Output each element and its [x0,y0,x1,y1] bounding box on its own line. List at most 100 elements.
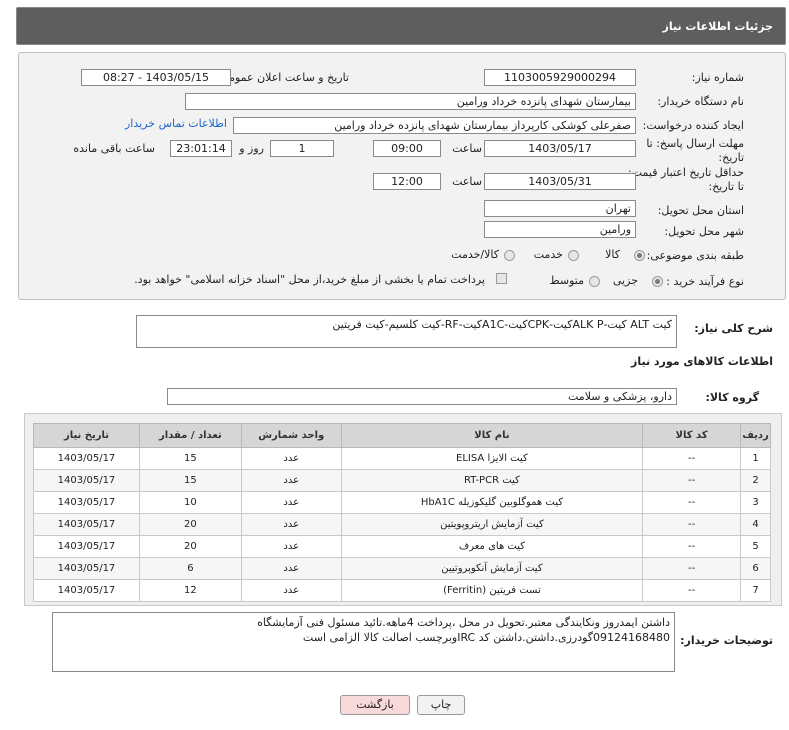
need-date-cell: 1403/05/17 [33,469,140,492]
item-code-cell: -- [642,469,742,492]
goods-group-label: گروه کالا: [705,391,759,404]
goods-table-header: ردیف کد کالا نام کالا واحد شمارش تعداد /… [33,423,771,448]
summary-textarea[interactable]: کیت ALT کیت-ALK Pکیت-CPKکیت-A1Cکیت-RF-کی… [136,315,677,348]
quantity-cell: 15 [138,469,242,492]
item-code-cell: -- [642,447,742,470]
row-number-cell: 6 [740,557,771,580]
item-code-cell: -- [642,491,742,514]
row-number-cell: 3 [740,491,771,514]
announce-datetime-field: 1403/05/15 - 08:27 [81,69,231,86]
row-number-cell: 1 [740,447,771,470]
row-number-cell: 5 [740,535,771,558]
process-label: نوع فرآیند خرید : [666,275,744,288]
quantity-cell: 12 [138,579,242,602]
process-minor-label: جزیی [612,274,638,287]
quantity-cell: 20 [138,535,242,558]
item-name-cell: کیت RT-PCR [340,469,644,492]
buyer-notes-line-1: داشتن ایمدروز ونکایندگی معتبر.تحویل در م… [257,616,670,629]
col-code: کد کالا [642,423,742,448]
item-code-cell: -- [642,579,742,602]
process-medium-label: متوسط [549,274,584,287]
creator-field: صفرعلی کوشکی کارپرداز بیمارستان شهدای پا… [233,117,636,134]
col-row: ردیف [740,423,771,448]
table-row: 7 -- تست فریتین (Ferritin) عدد 12 1403/05/17 [33,579,771,602]
item-name-cell: کیت آزمایش اریتروپویتین [340,513,644,536]
item-code-cell: -- [642,513,742,536]
quantity-cell: 20 [138,513,242,536]
send-deadline-time-field: 09:00 [373,140,441,157]
process-medium-radio[interactable] [589,276,600,287]
category-label: طبقه بندی موضوعی: [646,249,744,262]
price-deadline-date-field: 1403/05/31 [484,173,636,190]
price-deadline-time-field: 12:00 [373,173,441,190]
buyer-contact-link[interactable]: اطلاعات تماس خریدار [125,117,227,130]
item-name-cell: کیت الایزا ELISA [340,447,644,470]
category-goods-service-label: کالا/خدمت [451,248,499,261]
need-date-cell: 1403/05/17 [33,491,140,514]
quantity-cell: 10 [138,491,242,514]
buyer-notes-textarea[interactable]: داشتن ایمدروز ونکایندگی معتبر.تحویل در م… [52,612,675,672]
buyer-notes-label: توضیحات خریدار: [680,634,773,647]
table-row: 3 -- کیت هموگلوبین گلیکوزیله HbA1C عدد 10 140… [33,491,771,514]
price-deadline-time-label: ساعت [452,175,482,188]
item-name-cell: کیت آزمایش آنکوپروتیین [340,557,644,580]
row-number-cell: 2 [740,469,771,492]
summary-label: شرح کلی نیاز: [694,322,773,335]
province-field: تهران [484,200,636,217]
city-field: ورامین [484,221,636,238]
back-button[interactable]: بازگشت [340,695,410,715]
need-date-cell: 1403/05/17 [33,557,140,580]
unit-cell: عدد [240,447,342,470]
col-name: نام کالا [340,423,644,448]
page-title: جزئیات اطلاعات نیاز [662,19,774,33]
table-row: 4 -- کیت آزمایش اریتروپویتین عدد 20 1403/05/1… [33,513,771,536]
row-number-cell: 4 [740,513,771,536]
treasury-payment-checkbox[interactable] [496,273,507,284]
need-number-field: 1103005929000294 [484,69,636,86]
item-name-cell: تست فریتین (Ferritin) [340,579,644,602]
remaining-label: ساعت باقی مانده [73,142,155,155]
page-header: جزئیات اطلاعات نیاز [16,7,786,45]
process-minor-radio[interactable] [652,276,663,287]
table-row: 1 -- کیت الایزا ELISA عدد 15 1403/05/17 [33,447,771,470]
category-service-radio[interactable] [568,250,579,261]
quantity-cell: 15 [138,447,242,470]
item-name-cell: کیت های معرف [340,535,644,558]
treasury-payment-note: پرداخت تمام یا بخشی از مبلغ خرید،از محل … [134,273,485,286]
need-date-cell: 1403/05/17 [33,579,140,602]
price-deadline-label: حداقل تاریخ اعتبار قیمت: تا تاریخ: [628,166,744,193]
category-service-label: خدمت [533,248,563,261]
quantity-cell: 6 [138,557,242,580]
send-deadline-date-field: 1403/05/17 [484,140,636,157]
category-goods-service-radio[interactable] [504,250,515,261]
need-number-label: شماره نیاز: [691,71,744,84]
need-date-cell: 1403/05/17 [33,447,140,470]
row-number-cell: 7 [740,579,771,602]
remaining-time-field: 23:01:14 [170,140,232,157]
goods-group-field: دارو، پزشکی و سلامت [167,388,677,405]
goods-section-title: اطلاعات کالاهای مورد نیاز [631,355,773,368]
table-row: 6 -- کیت آزمایش آنکوپروتیین عدد 6 1403/05/17 [33,557,771,580]
buyer-org-label: نام دستگاه خریدار: [657,95,744,108]
category-goods-label: کالا [605,248,620,261]
city-label: شهر محل تحویل: [664,225,744,238]
col-date: تاریخ نیاز [33,423,140,448]
send-deadline-time-label: ساعت [452,142,482,155]
send-deadline-label: مهلت ارسال پاسخ: تا تاریخ: [646,137,744,164]
table-row: 2 -- کیت RT-PCR عدد 15 1403/05/17 [33,469,771,492]
buyer-notes-line-2: 09124168480گودرزی.داشتن.داشتن کد IRCوبرچ… [302,631,670,644]
creator-label: ایجاد کننده درخواست: [642,119,744,132]
col-quantity: تعداد / مقدار [138,423,242,448]
days-label: روز و [239,142,264,155]
unit-cell: عدد [240,579,342,602]
announce-label: تاریخ و ساعت اعلان عمومی: [216,71,349,84]
item-code-cell: -- [642,535,742,558]
days-count-field: 1 [270,140,334,157]
item-code-cell: -- [642,557,742,580]
unit-cell: عدد [240,535,342,558]
print-button[interactable]: چاپ [417,695,465,715]
unit-cell: عدد [240,491,342,514]
col-unit: واحد شمارش [240,423,342,448]
category-goods-radio[interactable] [634,250,645,261]
unit-cell: عدد [240,513,342,536]
